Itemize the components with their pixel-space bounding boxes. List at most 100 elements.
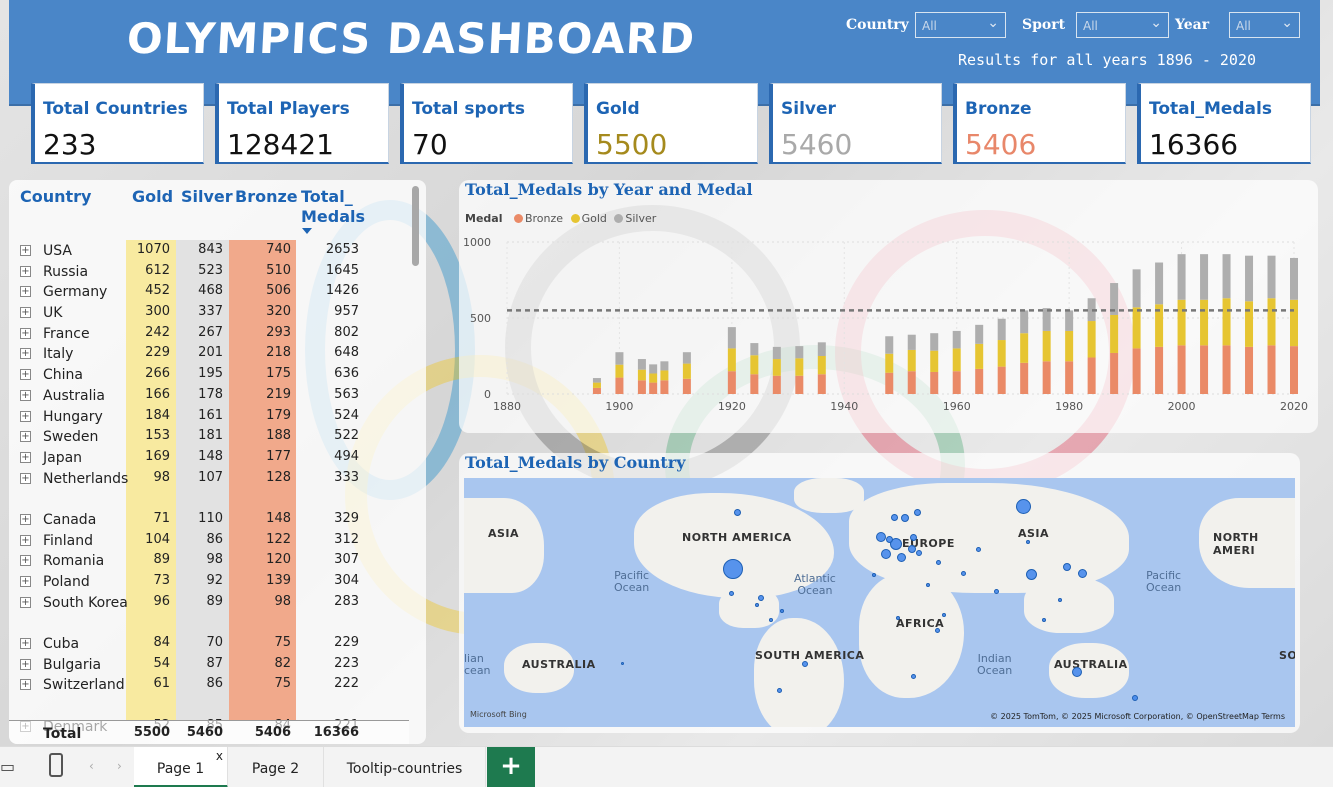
expand-icon[interactable]: + <box>20 369 31 381</box>
map-bubble-egypt[interactable] <box>926 583 930 587</box>
expand-icon[interactable]: + <box>20 638 31 650</box>
expand-icon[interactable]: + <box>20 245 31 256</box>
map-bubble-france[interactable] <box>881 549 891 559</box>
kpi-silver[interactable]: Silver 5460 <box>769 83 942 164</box>
map-bubble-netherlands[interactable] <box>886 536 893 543</box>
map-bubble-philippines[interactable] <box>1058 598 1062 602</box>
expand-icon[interactable]: + <box>20 658 31 670</box>
map-bubble-colombia[interactable] <box>769 618 773 622</box>
table-row[interactable]: + Netherlands 98 107 128 333 <box>9 468 409 509</box>
map-bubble-mongolia[interactable] <box>1026 540 1030 544</box>
table-row[interactable]: + Bulgaria 54 87 82 223 <box>9 654 409 675</box>
expand-icon[interactable]: + <box>20 307 31 319</box>
prev-page-icon[interactable]: ‹ <box>89 759 94 773</box>
map-bubble-morocco[interactable] <box>872 573 876 577</box>
expand-icon[interactable]: + <box>20 410 31 422</box>
table-row[interactable]: + UK 300 337 320 957 <box>9 302 409 323</box>
table-row[interactable]: + Poland 73 92 139 304 <box>9 571 409 592</box>
map-bubble-poland[interactable] <box>910 534 917 541</box>
country-filter-dropdown[interactable]: All ⌄ <box>915 12 1006 38</box>
map-bubble-new-zealand[interactable] <box>1132 695 1138 701</box>
table-row[interactable]: + South Korea 96 89 98 283 <box>9 592 409 633</box>
table-row[interactable]: + Hungary 184 161 179 524 <box>9 406 409 427</box>
table-row[interactable]: + Australia 166 178 219 563 <box>9 385 409 406</box>
map-bubble-cuba[interactable] <box>758 595 764 601</box>
map-attribution[interactable]: © 2025 TomTom, © 2025 Microsoft Corporat… <box>990 712 1285 721</box>
map-bubble-norway[interactable] <box>891 514 898 521</box>
table-row[interactable]: + Cuba 84 70 75 229 <box>9 633 409 654</box>
add-page-button[interactable]: + <box>487 747 535 787</box>
kpi-total-sports[interactable]: Total sports 70 <box>400 83 573 164</box>
kpi-total-players[interactable]: Total Players 128421 <box>215 83 389 164</box>
map-bubble-jamaica[interactable] <box>755 603 759 607</box>
table-row[interactable]: + Finland 104 86 122 312 <box>9 530 409 551</box>
header-silver[interactable]: Silver <box>181 187 233 207</box>
map-bubble-india[interactable] <box>994 589 999 594</box>
expand-icon[interactable]: + <box>20 679 31 691</box>
table-row[interactable]: + France 242 267 293 802 <box>9 323 409 344</box>
map-bubble-usa[interactable] <box>723 559 743 579</box>
kpi-total-medals[interactable]: Total_Medals 16366 <box>1137 83 1311 164</box>
expand-icon[interactable]: + <box>20 327 31 339</box>
map-bubble-italy[interactable] <box>897 553 906 562</box>
close-tab-icon[interactable]: x <box>216 749 223 763</box>
expand-icon[interactable]: + <box>20 451 31 463</box>
header-country[interactable]: Country <box>20 187 91 207</box>
expand-icon[interactable]: + <box>20 348 31 360</box>
table-row[interactable]: + China 266 195 175 636 <box>9 364 409 385</box>
expand-icon[interactable]: + <box>20 431 31 443</box>
table-row[interactable]: + USA 1070 843 740 2653 <box>9 240 409 261</box>
map-bubble-australia[interactable] <box>1072 667 1082 677</box>
expand-icon[interactable]: + <box>20 389 31 401</box>
medals-table[interactable]: Country Gold Silver Bronze Total_ Medals… <box>9 180 426 744</box>
header-total-medals[interactable]: Total_ Medals <box>301 187 365 227</box>
table-row[interactable]: + Romania 89 98 120 307 <box>9 550 409 571</box>
year-filter-dropdown[interactable]: All ⌄ <box>1229 12 1300 38</box>
expand-icon[interactable]: + <box>20 472 31 484</box>
medals-by-year-chart[interactable]: Total_Medals by Year and Medal Medal Bro… <box>459 180 1318 433</box>
map-bubble-hungary[interactable] <box>908 545 916 553</box>
table-row[interactable]: + Germany 452 468 506 1426 <box>9 281 409 302</box>
expand-icon[interactable]: + <box>20 286 31 298</box>
header-gold[interactable]: Gold <box>132 187 173 207</box>
world-map[interactable]: ASIA NORTH AMERICA EUROPE ASIA NORTH AME… <box>464 478 1295 727</box>
map-bubble-sweden[interactable] <box>901 514 909 522</box>
map-bubble-fiji[interactable] <box>621 662 624 665</box>
expand-icon[interactable]: + <box>20 265 31 277</box>
expand-icon[interactable]: + <box>20 513 31 525</box>
map-bubble-venezuela[interactable] <box>780 609 784 613</box>
table-row[interactable]: + Italy 229 201 218 648 <box>9 343 409 364</box>
map-bubble-kenya[interactable] <box>935 628 940 633</box>
table-row[interactable]: + Canada 71 110 148 329 <box>9 509 409 530</box>
map-bubble-finland[interactable] <box>914 509 921 516</box>
expand-icon[interactable]: + <box>20 555 31 567</box>
map-bubble-argentina[interactable] <box>777 688 782 693</box>
map-bubble-south-africa[interactable] <box>911 674 916 679</box>
map-bubble-russia[interactable] <box>1016 499 1031 514</box>
kpi-total-countries[interactable]: Total Countries 233 <box>31 83 204 164</box>
expand-icon[interactable]: + <box>20 534 31 546</box>
map-bubble-nigeria[interactable] <box>896 616 900 620</box>
map-bubble-canada[interactable] <box>734 509 741 516</box>
map-bubble-indonesia[interactable] <box>1042 618 1046 622</box>
sort-descending-icon[interactable] <box>302 228 312 234</box>
map-bubble-kazakhstan[interactable] <box>976 547 981 552</box>
map-bubble-romania[interactable] <box>916 550 922 556</box>
header-bronze[interactable]: Bronze <box>235 187 298 207</box>
table-scrollbar[interactable] <box>412 186 419 266</box>
expand-icon[interactable]: + <box>20 596 31 608</box>
map-bubble-south-korea[interactable] <box>1063 563 1071 571</box>
map-bubble-china[interactable] <box>1026 569 1037 580</box>
map-bubble-mexico[interactable] <box>729 591 734 596</box>
desktop-view-icon[interactable]: ▭ <box>0 757 15 776</box>
mobile-view-icon[interactable] <box>49 753 63 777</box>
sport-filter-dropdown[interactable]: All ⌄ <box>1076 12 1169 38</box>
table-row[interactable]: + Switzerland 61 86 75 222 <box>9 674 409 715</box>
table-row[interactable]: + Sweden 153 181 188 522 <box>9 426 409 447</box>
tab-tooltip-countries[interactable]: Tooltip-countries <box>324 747 486 787</box>
map-bubble-uk[interactable] <box>876 532 886 542</box>
kpi-bronze[interactable]: Bronze 5406 <box>953 83 1126 164</box>
expand-icon[interactable]: + <box>20 576 31 588</box>
map-bubble-brazil[interactable] <box>802 661 808 667</box>
table-row[interactable]: + Russia 612 523 510 1645 <box>9 261 409 282</box>
